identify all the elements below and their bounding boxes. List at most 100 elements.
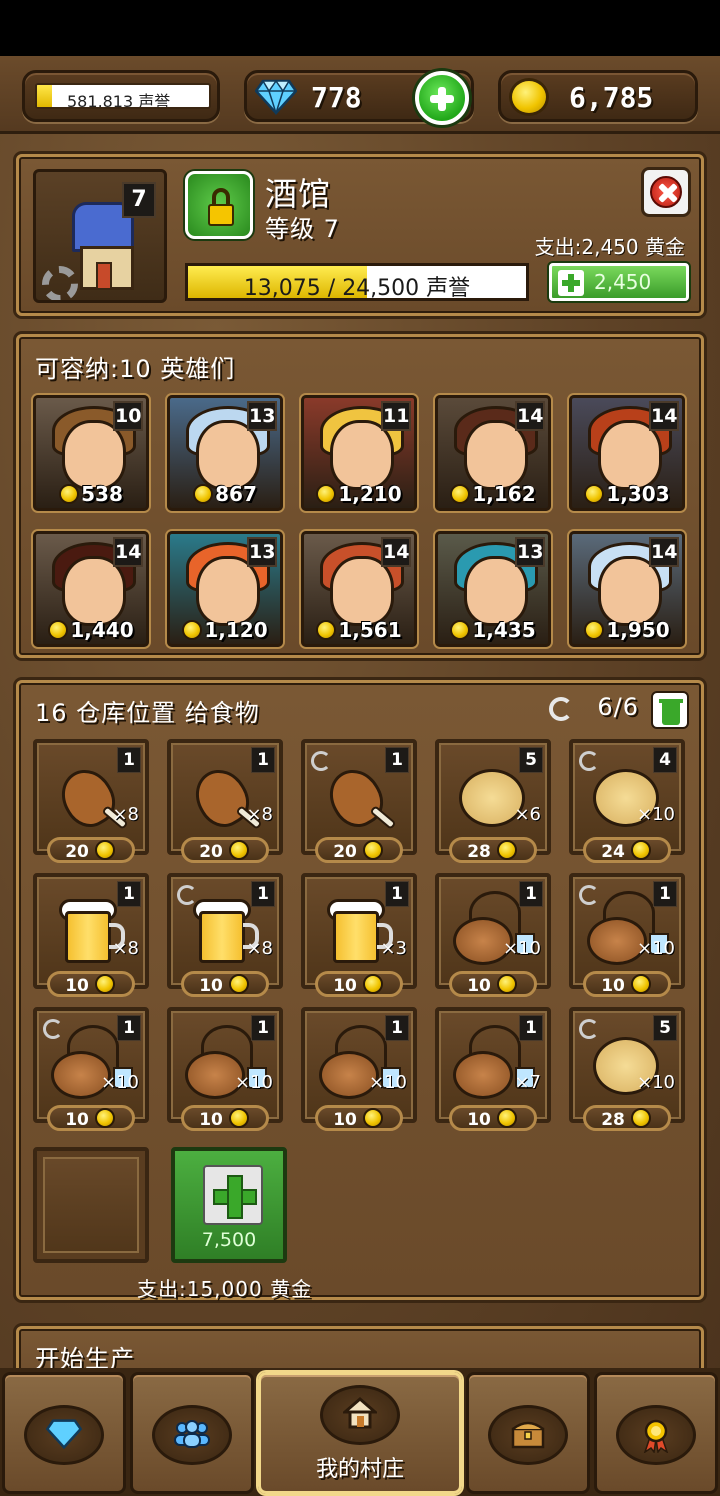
hero-card[interactable]: 14 1,162 — [435, 395, 551, 511]
hero-card[interactable]: 14 1,303 — [569, 395, 685, 511]
hero-price-value: 1,435 — [472, 618, 536, 642]
gem-counter: 778 — [244, 70, 474, 125]
auto-refill-icon — [43, 1019, 63, 1039]
storage-slot[interactable]: 1 ×8 20 — [167, 739, 283, 863]
item-price-value: 10 — [601, 976, 625, 996]
empty-storage-slot[interactable] — [33, 1147, 149, 1263]
item-price: 28 — [583, 1105, 671, 1131]
hero-card[interactable]: 13 1,120 — [167, 531, 283, 647]
storage-slot[interactable]: 1 ×10 10 — [167, 1007, 283, 1131]
hero-price-value: 1,303 — [606, 482, 670, 506]
upgrade-button[interactable]: 2,450 — [549, 263, 689, 301]
storage-slot[interactable]: 1 ×10 10 — [435, 873, 551, 997]
building-level-badge: 7 — [122, 182, 156, 218]
trash-button[interactable] — [651, 691, 689, 729]
gold-coin-icon — [228, 1108, 249, 1128]
gold-coin-icon — [94, 974, 115, 994]
gold-coin-icon — [584, 484, 605, 504]
storage-slot[interactable]: 1 ×8 10 — [167, 873, 283, 997]
hero-price-value: 1,440 — [70, 618, 134, 642]
item-quantity: ×10 — [101, 1072, 139, 1093]
medal-icon — [597, 1419, 715, 1460]
nav-heroes[interactable] — [130, 1372, 254, 1494]
upgrade-button-amount: 2,450 — [594, 270, 652, 294]
gold-coin-icon — [496, 1108, 517, 1128]
item-quantity: ×10 — [637, 1072, 675, 1093]
item-quantity: ×3 — [380, 938, 407, 959]
storage-slot[interactable]: 1 ×10 10 — [301, 1007, 417, 1131]
reputation-value: 581,813 声誉 — [67, 92, 171, 109]
storage-slot[interactable]: 1 ×8 10 — [33, 873, 149, 997]
hero-level: 13 — [247, 537, 277, 567]
upgrade-cost: 支出:2,450 黄金 — [534, 235, 685, 259]
bottom-navigation: 我的村庄 — [0, 1368, 720, 1496]
item-price-value: 20 — [65, 842, 89, 862]
gold-coin-icon — [450, 620, 471, 640]
gem-value: 778 — [311, 81, 362, 114]
diamond-icon — [255, 79, 297, 115]
hero-price: 1,561 — [304, 618, 414, 642]
hero-card[interactable]: 13 1,435 — [435, 531, 551, 647]
item-stack-count: 1 — [117, 1015, 141, 1041]
close-button[interactable] — [641, 167, 691, 217]
hero-price: 1,440 — [36, 618, 146, 642]
lock-button[interactable] — [185, 171, 253, 239]
hero-card[interactable]: 14 1,950 — [569, 531, 685, 647]
storage-slot[interactable]: 1 20 — [301, 739, 417, 863]
gear-icon[interactable] — [42, 266, 78, 300]
storage-slot[interactable]: 1 ×3 10 — [301, 873, 417, 997]
storage-slot[interactable]: 1 ×8 20 — [33, 739, 149, 863]
buy-storage-slot-button[interactable]: 7,500 — [171, 1147, 287, 1263]
item-price: 10 — [315, 1105, 403, 1131]
drumstick-icon — [319, 760, 393, 836]
beer-mug-icon — [199, 911, 245, 963]
nav-shop[interactable] — [2, 1372, 126, 1494]
item-quantity: ×8 — [112, 938, 139, 959]
hero-price: 1,162 — [438, 482, 548, 506]
storage-slot[interactable]: 5 ×10 28 — [569, 1007, 685, 1131]
storage-caption: 16 仓库位置 给食物 — [35, 699, 260, 727]
people-icon — [133, 1419, 251, 1456]
item-price-value: 28 — [601, 1110, 625, 1130]
item-price: 28 — [449, 837, 537, 863]
buy-gems-button[interactable] — [415, 71, 469, 125]
reputation-progress-bar: 13,075 / 24,500 声誉 — [185, 263, 529, 301]
auto-refill-icon — [579, 885, 599, 905]
item-stack-count: 1 — [385, 881, 409, 907]
gold-coin-icon — [496, 840, 517, 860]
hero-card[interactable]: 10 538 — [33, 395, 149, 511]
chest-icon — [469, 1419, 587, 1456]
gold-coin-icon — [228, 840, 249, 860]
hero-card[interactable]: 13 867 — [167, 395, 283, 511]
hero-price-value: 1,162 — [472, 482, 536, 506]
gold-coin-icon — [182, 620, 203, 640]
hero-price: 1,435 — [438, 618, 548, 642]
storage-slot[interactable]: 4 ×10 24 — [569, 739, 685, 863]
hero-card[interactable]: 14 1,440 — [33, 531, 149, 647]
storage-slot[interactable]: 1 ×10 10 — [569, 873, 685, 997]
nav-achievements[interactable] — [594, 1372, 718, 1494]
gold-coin-icon — [94, 840, 115, 860]
hero-card[interactable]: 11 1,210 — [301, 395, 417, 511]
hero-level: 13 — [515, 537, 545, 567]
hero-level: 14 — [113, 537, 143, 567]
item-quantity: ×6 — [514, 804, 541, 825]
item-stack-count: 1 — [251, 881, 275, 907]
storage-cost: 支出:15,000 黄金 — [137, 1277, 313, 1301]
reputation-counter: 581,813 声誉 — [22, 70, 220, 122]
nav-my-village[interactable]: 我的村庄 — [258, 1372, 462, 1494]
hero-level: 13 — [247, 401, 277, 431]
hero-card[interactable]: 14 1,561 — [301, 531, 417, 647]
storage-slot[interactable]: 5 ×6 28 — [435, 739, 551, 863]
hero-price: 1,950 — [572, 618, 682, 642]
diamond-icon — [5, 1419, 123, 1456]
storage-slot[interactable]: 1 ×7 10 — [435, 1007, 551, 1131]
item-price: 20 — [181, 837, 269, 863]
item-price: 10 — [47, 1105, 135, 1131]
item-quantity: ×10 — [235, 1072, 273, 1093]
storage-slot[interactable]: 1 ×10 10 — [33, 1007, 149, 1131]
nav-chest[interactable] — [466, 1372, 590, 1494]
item-price: 10 — [181, 1105, 269, 1131]
hero-price-value: 1,561 — [338, 618, 402, 642]
item-price: 10 — [47, 971, 135, 997]
